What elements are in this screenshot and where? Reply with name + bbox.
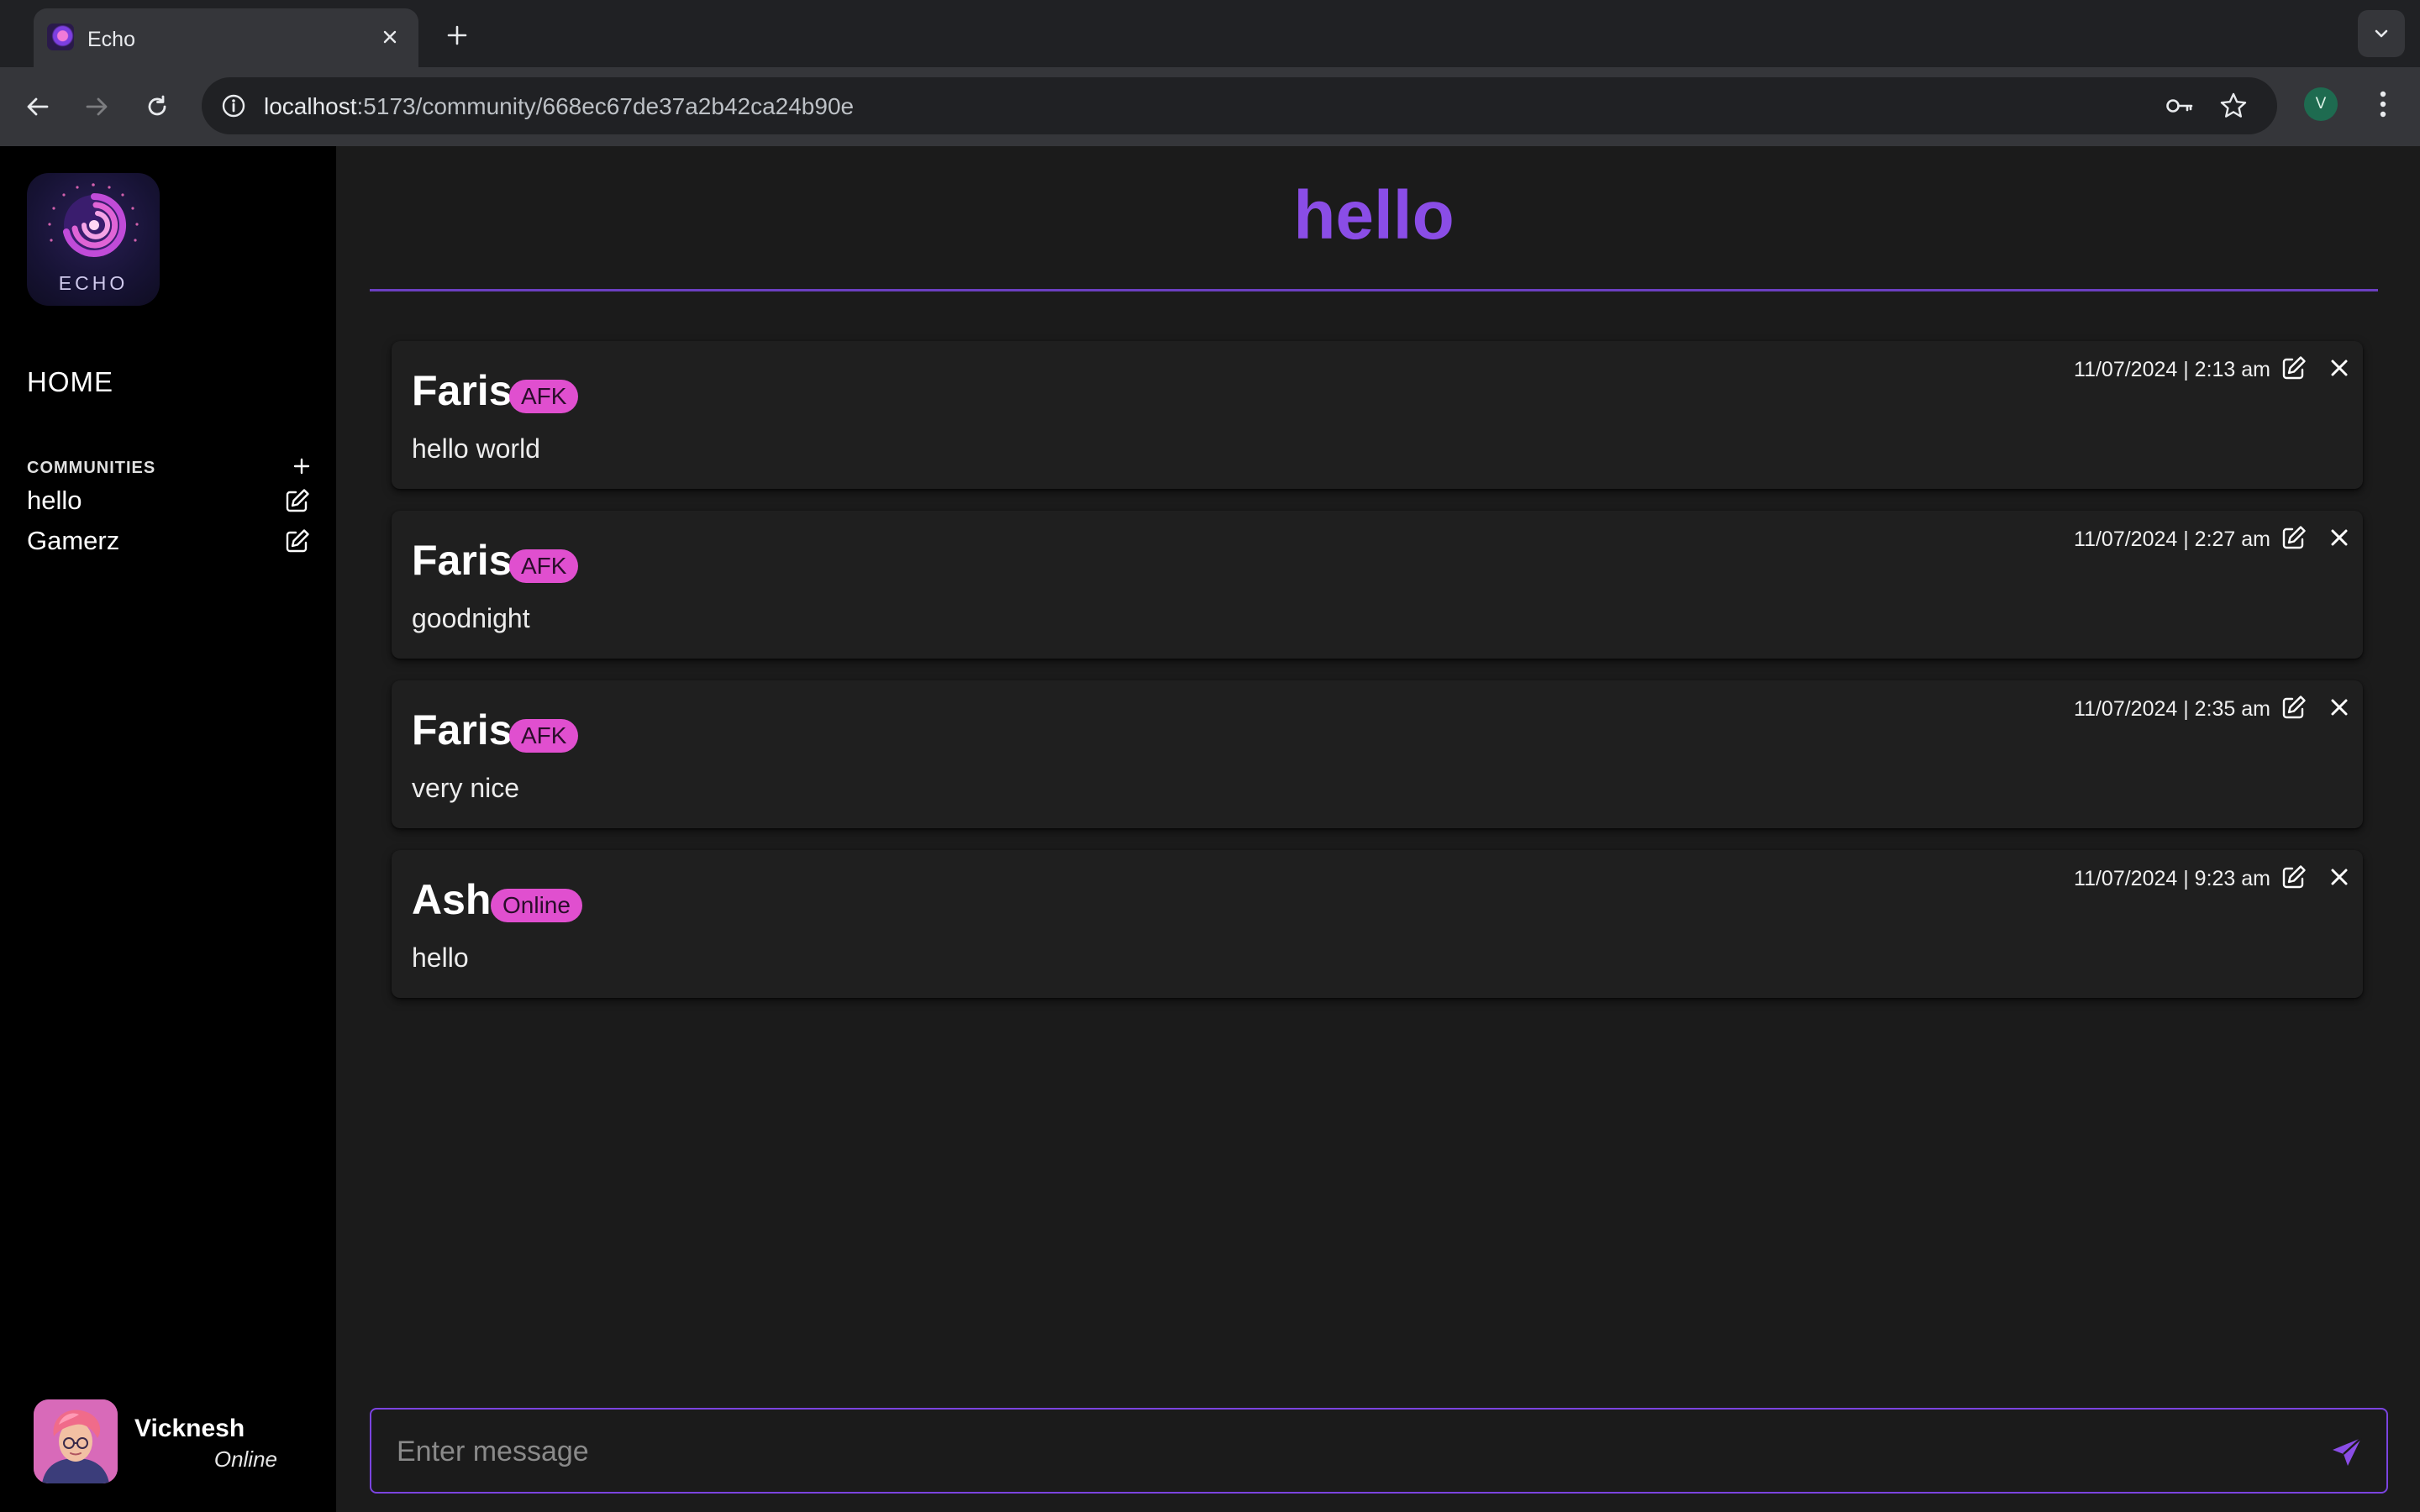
edit-message-button[interactable]	[2277, 860, 2311, 894]
profile-avatar-button[interactable]: V	[2304, 87, 2338, 121]
password-key-button[interactable]	[2160, 86, 2200, 126]
edit-icon	[2282, 526, 2306, 549]
close-icon	[2331, 699, 2348, 716]
delete-message-button[interactable]	[2323, 860, 2356, 894]
nav-home-link[interactable]: HOME	[27, 366, 113, 398]
message-text: goodnight	[412, 603, 530, 633]
tab-title: Echo	[87, 28, 135, 51]
bookmark-button[interactable]	[2213, 86, 2254, 126]
address-bar[interactable]: localhost:5173/community/668ec67de37a2b4…	[202, 77, 2277, 134]
edit-message-button[interactable]	[2277, 521, 2311, 554]
current-user[interactable]: Vicknesh Online	[34, 1399, 311, 1487]
edit-icon	[286, 489, 309, 512]
edit-icon	[2282, 696, 2306, 719]
browser-toolbar: localhost:5173/community/668ec67de37a2b4…	[0, 67, 2420, 146]
chevron-down-icon	[2375, 29, 2388, 38]
sidebar: ECHO HOME COMMUNITIES hello Gamerz Vickn…	[0, 146, 336, 1512]
status-badge: Online	[491, 889, 582, 922]
delete-message-button[interactable]	[2323, 521, 2356, 554]
site-info-button[interactable]	[213, 86, 254, 126]
edit-icon	[2282, 356, 2306, 380]
message-author: Faris	[412, 537, 513, 584]
community-title: hello	[1293, 177, 1455, 254]
message-card: Faris AFK goodnight 11/07/2024 | 2:27 am	[392, 511, 2363, 659]
message-card: Faris AFK very nice 11/07/2024 | 2:35 am	[392, 680, 2363, 828]
tab-search-button[interactable]	[2358, 10, 2405, 57]
communities-header: COMMUNITIES	[27, 459, 156, 477]
message-timestamp: 11/07/2024 | 2:13 am	[2074, 358, 2270, 381]
title-divider	[370, 289, 2378, 291]
tab-close-button[interactable]	[373, 20, 407, 54]
message-timestamp: 11/07/2024 | 9:23 am	[2074, 867, 2270, 890]
browser-menu-button[interactable]	[2365, 84, 2402, 124]
message-author: Ash	[412, 876, 492, 923]
reload-button[interactable]	[136, 86, 178, 128]
plus-icon	[447, 25, 467, 45]
edit-message-button[interactable]	[2277, 690, 2311, 724]
forward-button[interactable]	[76, 86, 118, 128]
community-item-gamerz[interactable]: Gamerz	[27, 522, 313, 559]
delete-message-button[interactable]	[2323, 690, 2356, 724]
user-avatar-icon	[34, 1399, 118, 1483]
status-badge: AFK	[509, 549, 579, 583]
back-button[interactable]	[17, 86, 59, 128]
message-list: Faris AFK hello world 11/07/2024 | 2:13 …	[392, 341, 2363, 1020]
message-text: hello world	[412, 433, 540, 464]
close-icon	[2331, 529, 2348, 546]
main-panel: hello Faris AFK hello world 11/07/2024 |…	[336, 146, 2420, 1512]
more-vertical-icon	[2380, 91, 2386, 118]
status-badge: AFK	[509, 719, 579, 753]
message-timestamp: 11/07/2024 | 2:27 am	[2074, 528, 2270, 551]
add-community-button[interactable]	[289, 454, 314, 479]
key-icon	[2166, 99, 2193, 113]
message-card: Faris AFK hello world 11/07/2024 | 2:13 …	[392, 341, 2363, 489]
message-text: hello	[412, 942, 469, 973]
echo-favicon-icon	[47, 24, 74, 50]
edit-icon	[286, 529, 309, 553]
message-timestamp: 11/07/2024 | 2:35 am	[2074, 697, 2270, 721]
info-icon	[222, 94, 245, 118]
reload-icon	[148, 95, 166, 116]
message-text: very nice	[412, 773, 520, 803]
echo-logo[interactable]: ECHO	[27, 173, 160, 306]
message-author: Faris	[412, 367, 513, 414]
plus-icon	[293, 458, 310, 475]
user-status: Online	[213, 1446, 277, 1472]
message-input[interactable]	[397, 1426, 2279, 1477]
star-icon	[2220, 92, 2247, 118]
edit-community-button[interactable]	[282, 526, 313, 556]
edit-message-button[interactable]	[2277, 351, 2311, 385]
community-name[interactable]: hello	[27, 486, 82, 516]
browser-tabbar: Echo	[0, 0, 2420, 67]
avatar	[34, 1399, 118, 1483]
arrow-right-icon	[86, 97, 108, 116]
arrow-left-icon	[27, 97, 49, 116]
url-text: localhost:5173/community/668ec67de37a2b4…	[264, 93, 854, 120]
status-badge: AFK	[509, 380, 579, 413]
delete-message-button[interactable]	[2323, 351, 2356, 385]
community-name[interactable]: Gamerz	[27, 526, 119, 556]
send-button[interactable]	[2326, 1431, 2368, 1473]
new-tab-button[interactable]	[437, 15, 477, 55]
close-icon	[2331, 869, 2348, 885]
edit-icon	[2282, 865, 2306, 889]
message-card: Ash Online hello 11/07/2024 | 9:23 am	[392, 850, 2363, 998]
close-icon	[383, 30, 397, 44]
close-icon	[2331, 360, 2348, 376]
url-host: localhost	[264, 93, 357, 119]
message-author: Faris	[412, 706, 513, 753]
community-item-hello[interactable]: hello	[27, 482, 313, 519]
browser-tab[interactable]: Echo	[34, 8, 418, 67]
user-name: Vicknesh	[134, 1415, 245, 1442]
message-composer	[370, 1408, 2388, 1494]
url-path: :5173/community/668ec67de37a2b42ca24b90e	[356, 93, 855, 119]
send-icon	[2333, 1437, 2362, 1466]
logo-text: ECHO	[58, 272, 129, 294]
edit-community-button[interactable]	[282, 486, 313, 516]
